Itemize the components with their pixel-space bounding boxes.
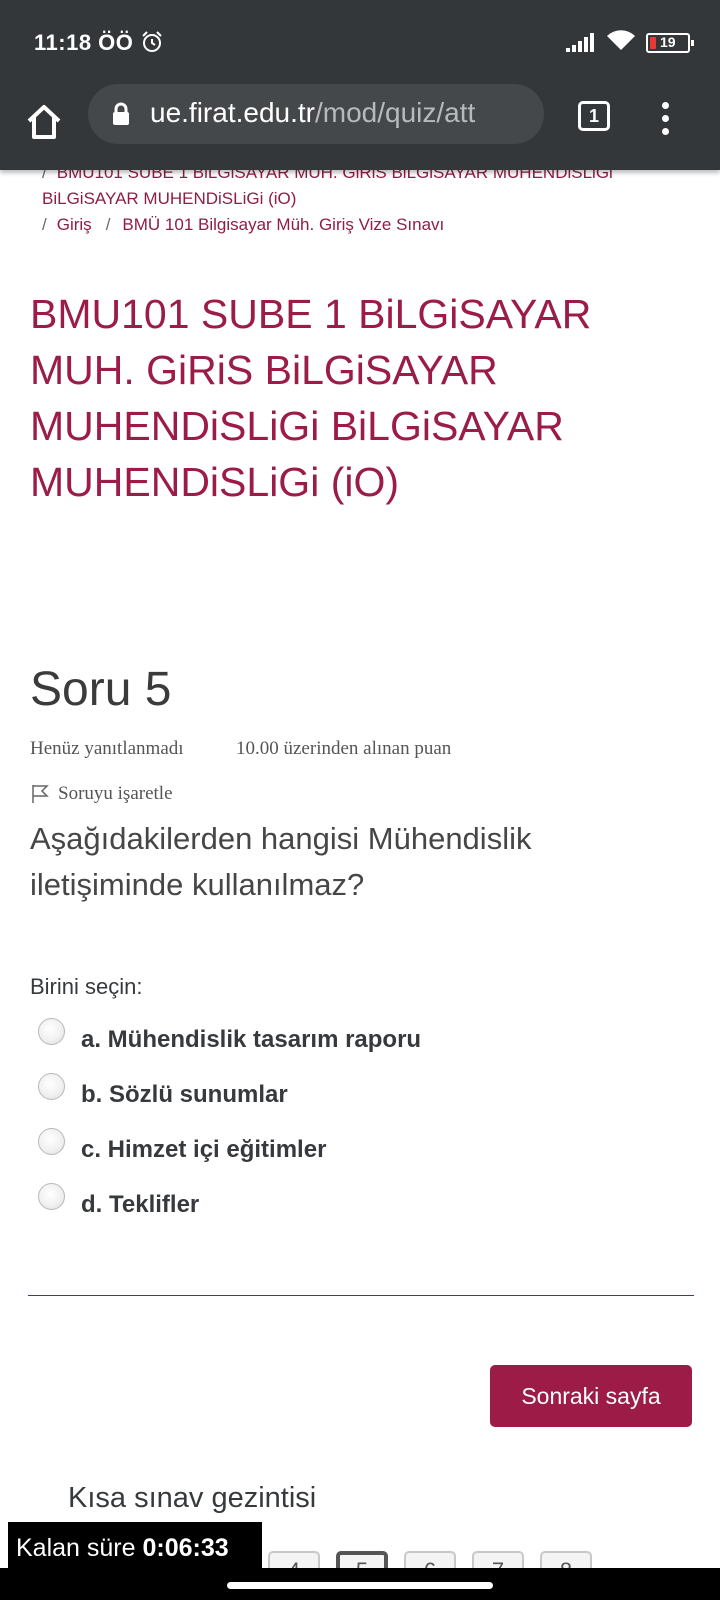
answer-option-b[interactable]: b. Sözlü sunumlar [38, 1067, 658, 1122]
radio-button-a[interactable] [38, 1018, 65, 1045]
alarm-icon [142, 31, 162, 52]
answer-prompt: Birini seçin: [30, 974, 143, 999]
url-host: ue.firat.edu.tr [150, 97, 315, 128]
answer-label-c: c. Himzet içi eğitimler [81, 1135, 327, 1163]
status-bar: 11:18 ÖÖ 19 [0, 0, 720, 84]
wifi-icon [607, 30, 635, 50]
radio-button-c[interactable] [38, 1128, 65, 1155]
lock-icon [113, 102, 129, 125]
flag-question-link[interactable]: Soruyu işaretle [30, 783, 173, 805]
url-text: ue.firat.edu.tr/mod/quiz/att [150, 97, 530, 129]
flag-question-label: Soruyu işaretle [58, 783, 173, 804]
answer-option-c[interactable]: c. Himzet içi eğitimler [38, 1122, 658, 1177]
answer-option-a[interactable]: a. Mühendislik tasarım raporu [38, 1012, 658, 1067]
browser-toolbar: ue.firat.edu.tr/mod/quiz/att 1 [0, 84, 720, 170]
battery-icon: 19 [646, 33, 694, 53]
radio-button-d[interactable] [38, 1183, 65, 1210]
flag-icon [32, 785, 49, 803]
signal-icon [566, 33, 594, 52]
timer-value: 0:06:33 [142, 1534, 229, 1562]
status-time: 11:18 ÖÖ [34, 30, 134, 55]
menu-icon[interactable] [660, 102, 670, 136]
battery-level: 19 [660, 34, 676, 50]
divider [28, 1295, 694, 1296]
answer-list: a. Mühendislik tasarım raporu b. Sözlü s… [38, 1012, 658, 1232]
url-path: /mod/quiz/att [314, 97, 476, 128]
question-text: Aşağıdakilerden hangisi Mühendislik ilet… [30, 821, 532, 902]
gesture-bar [0, 1568, 720, 1600]
question-grade: 10.00 üzerinden alınan puan [236, 738, 452, 759]
tab-switcher-button[interactable]: 1 [578, 101, 610, 131]
answer-label-d: d. Teklifler [81, 1190, 200, 1218]
address-bar[interactable]: ue.firat.edu.tr/mod/quiz/att [88, 84, 544, 144]
radio-button-b[interactable] [38, 1073, 65, 1100]
breadcrumb-row-2: / Giriş / BMÜ 101 Bilgisayar Müh. Giriş Viz… [42, 215, 445, 234]
answer-option-d[interactable]: d. Teklifler [38, 1177, 658, 1232]
question-state: Henüz yanıtlanmadı [30, 738, 184, 759]
answer-label-a: a. Mühendislik tasarım raporu [81, 1025, 422, 1053]
timer-label: Kalan süre [16, 1534, 136, 1562]
time-remaining: Kalan süre 0:06:33 [8, 1522, 262, 1574]
home-indicator-pill[interactable] [227, 1582, 493, 1589]
answer-label-b: b. Sözlü sunumlar [81, 1080, 288, 1108]
quiz-navigation-title: Kısa sınav gezintisi [68, 1482, 317, 1514]
question-number: Soru 5 [30, 663, 172, 716]
breadcrumb-giris[interactable]: Giriş [57, 215, 92, 234]
breadcrumb: / BMU101 SUBE 1 BiLGiSAYAR MUH. GiRiS BiL… [42, 160, 682, 238]
page-title: BMU101 SUBE 1 BiLGiSAYAR MUH. GiRiS BiLG… [30, 291, 592, 505]
breadcrumb-quiz[interactable]: BMÜ 101 Bilgisayar Müh. Giriş Vize Sınav… [122, 215, 444, 234]
next-page-button[interactable]: Sonraki sayfa [490, 1365, 692, 1427]
home-icon[interactable] [24, 102, 64, 142]
